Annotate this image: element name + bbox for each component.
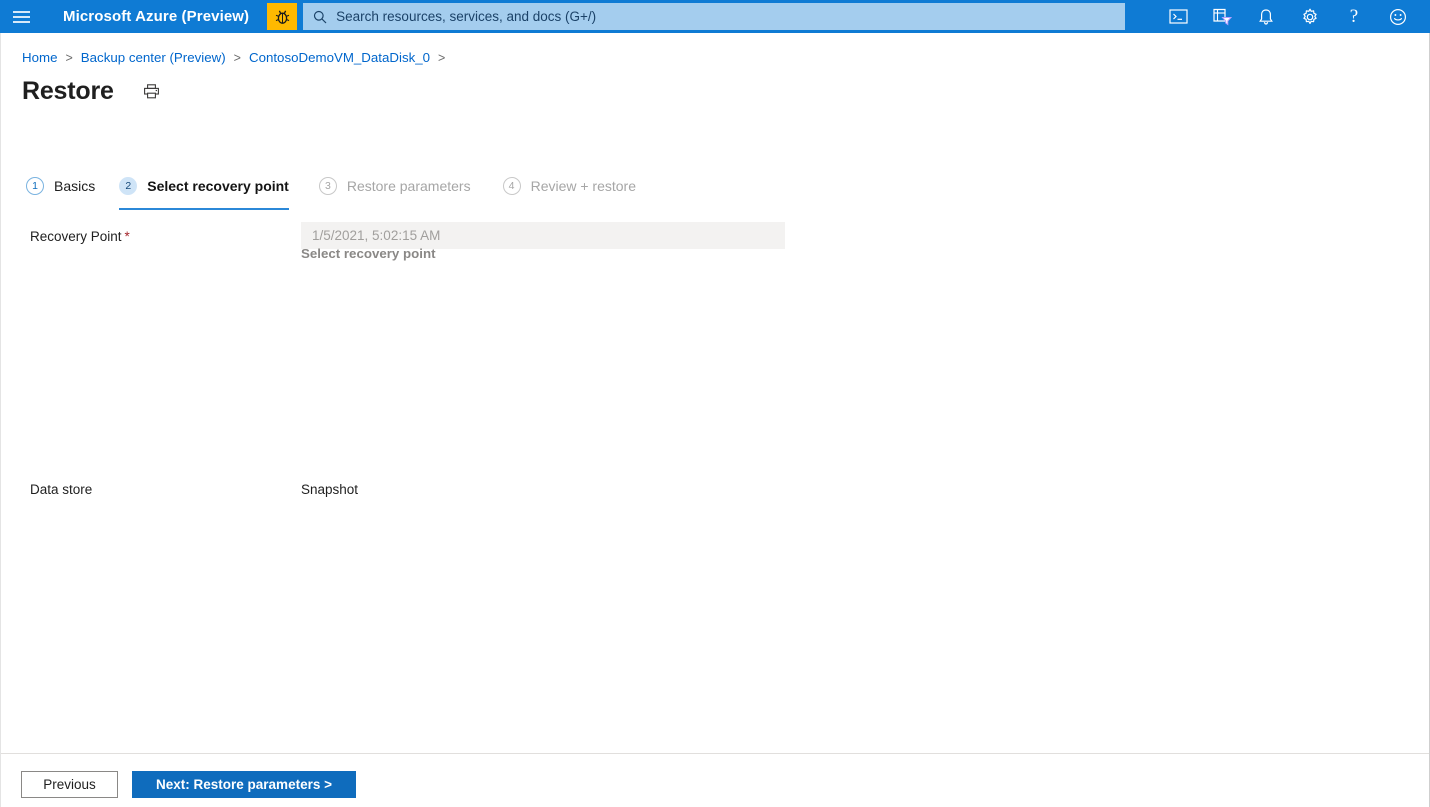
recovery-point-label-text: Recovery Point [30,229,122,244]
help-question-icon[interactable]: ? [1332,0,1376,33]
restore-form: Recovery Point * 1/5/2021, 5:02:15 AM Sel… [1,222,1429,497]
data-store-label: Data store [30,482,93,497]
hamburger-line [12,20,30,23]
top-bar-icon-group: ? [1156,0,1430,33]
tab-restore-parameters[interactable]: 3 Restore parameters [318,168,471,204]
data-store-value: Snapshot [301,482,359,497]
tab-label: Restore parameters [346,178,471,194]
printer-icon[interactable] [140,80,164,104]
settings-gear-icon[interactable] [1288,0,1332,33]
recovery-point-row: Recovery Point * 1/5/2021, 5:02:15 AM Sel… [1,222,1429,261]
breadcrumb-separator-icon: > [65,50,73,65]
breadcrumb-separator-icon: > [233,50,241,65]
search-icon [313,10,327,24]
breadcrumb-item-resource[interactable]: ContosoDemoVM_DataDisk_0 [249,50,430,65]
azure-top-bar: Microsoft Azure (Preview) Search resourc… [0,0,1430,33]
next-restore-parameters-button[interactable]: Next: Restore parameters > [132,771,356,798]
tab-label: Basics [54,178,96,194]
tab-label: Select recovery point [147,178,289,194]
hamburger-line [12,15,30,18]
notifications-bell-icon[interactable] [1244,0,1288,33]
breadcrumb-item-home[interactable]: Home [22,50,57,65]
recovery-point-input[interactable]: 1/5/2021, 5:02:15 AM [301,222,785,249]
recovery-point-label: Recovery Point * [30,229,130,244]
required-asterisk: * [124,229,130,244]
feedback-smiley-icon[interactable] [1376,0,1420,33]
cloud-shell-icon[interactable] [1156,0,1200,33]
wizard-footer: Previous Next: Restore parameters > [1,753,1429,807]
azure-brand-title[interactable]: Microsoft Azure (Preview) [42,8,267,25]
tab-number-badge: 3 [318,177,337,195]
page-title-row: Restore [22,79,164,104]
tab-number-badge: 4 [502,177,521,195]
active-tab-underline [119,208,289,210]
bug-icon[interactable] [267,3,298,30]
tab-basics[interactable]: 1 Basics [26,168,95,204]
wizard-tab-list: 1 Basics 2 Select recovery point 3 Resto… [26,168,637,210]
data-store-row: Data store Snapshot [1,482,1429,504]
global-search-box[interactable]: Search resources, services, and docs (G+… [303,3,1126,30]
tab-number-badge: 2 [119,177,138,195]
hamburger-menu-icon[interactable] [0,0,42,33]
hamburger-line [12,10,30,13]
previous-button[interactable]: Previous [21,771,118,798]
directory-filter-icon[interactable] [1200,0,1244,33]
tab-number-badge: 1 [26,177,44,195]
search-input[interactable]: Search resources, services, and docs (G+… [327,9,596,24]
help-question-glyph: ? [1349,6,1359,27]
restore-blade: Home > Backup center (Preview) > Contoso… [0,33,1430,807]
tab-select-recovery-point[interactable]: 2 Select recovery point [119,168,289,210]
breadcrumb: Home > Backup center (Preview) > Contoso… [22,50,453,65]
page-title: Restore [22,77,114,105]
breadcrumb-separator-icon: > [438,50,446,65]
tab-label: Review + restore [530,178,637,194]
breadcrumb-item-backup-center[interactable]: Backup center (Preview) [81,50,226,65]
select-recovery-point-link[interactable]: Select recovery point [301,246,436,261]
tab-review-restore[interactable]: 4 Review + restore [502,168,637,204]
